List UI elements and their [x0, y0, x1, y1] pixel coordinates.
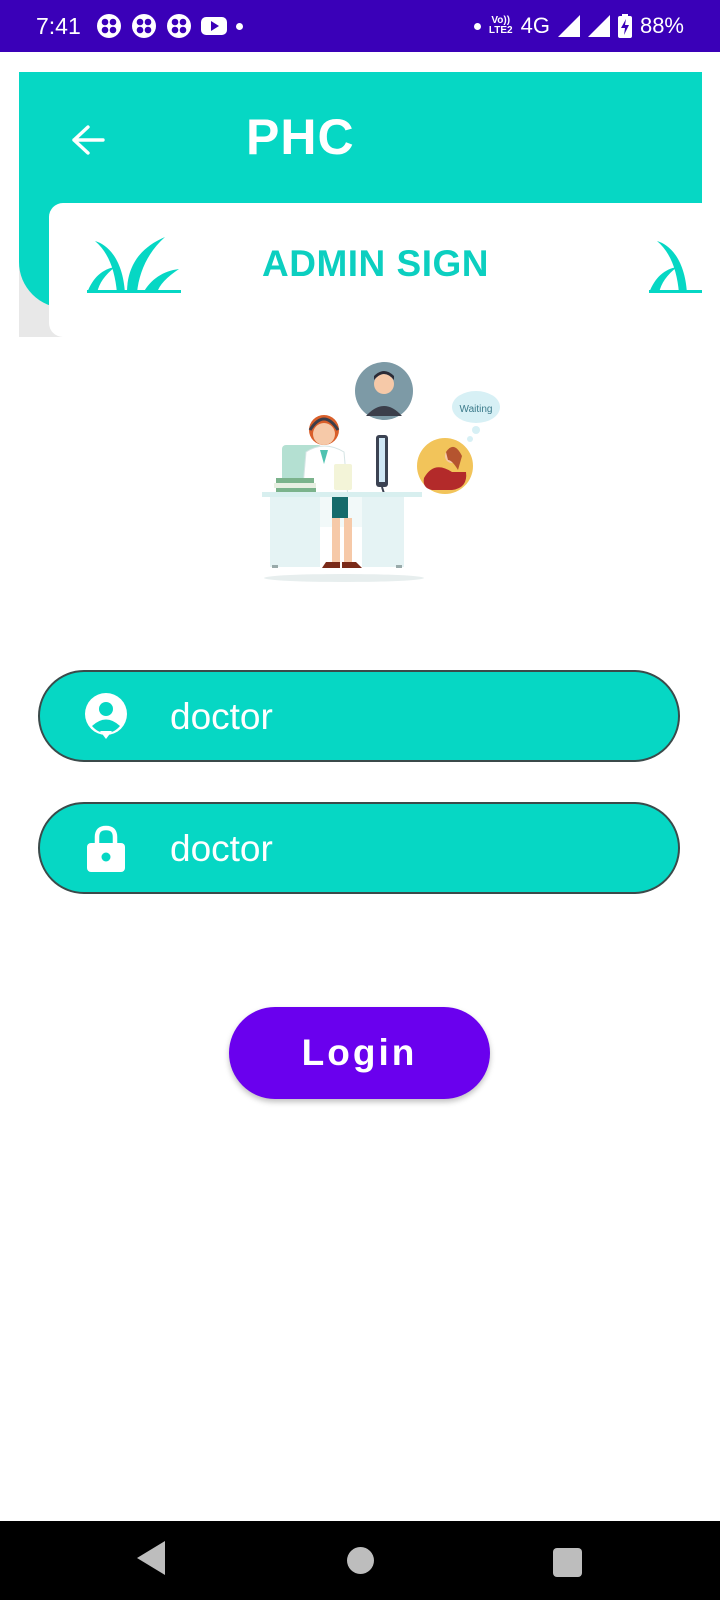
signal-icon — [587, 15, 610, 37]
notification-dot-icon — [235, 22, 243, 30]
login-button[interactable]: Login — [229, 1007, 490, 1099]
battery-percent: 88% — [639, 13, 684, 38]
battery-charging-icon — [617, 14, 632, 38]
status-time: 7:41 — [36, 12, 81, 39]
notification-dot-icon — [473, 22, 481, 30]
username-field[interactable]: doctor — [38, 670, 680, 762]
back-button[interactable] — [66, 118, 110, 162]
back-triangle-icon[interactable] — [137, 1541, 165, 1580]
home-circle-icon[interactable] — [347, 1547, 374, 1574]
app-title: PHC — [246, 109, 355, 165]
waiting-bubble-text: Waiting — [460, 404, 493, 415]
password-field[interactable]: doctor — [38, 802, 680, 894]
receptionist-illustration: Waiting — [262, 360, 500, 585]
fan-app-icon — [166, 13, 192, 39]
user-account-icon — [82, 692, 130, 740]
fan-app-icon — [96, 13, 122, 39]
arrow-left-icon — [72, 125, 105, 155]
admin-sign-card: ADMIN SIGN — [49, 203, 702, 337]
password-input[interactable]: doctor — [170, 828, 273, 870]
leaf-logo-icon — [649, 231, 702, 300]
volte-icon: Vo)) LTE2 — [488, 15, 513, 36]
youtube-icon — [200, 16, 227, 36]
network-type-label: 4G — [520, 13, 550, 38]
system-nav-bar — [0, 1521, 720, 1600]
recents-square-icon[interactable] — [553, 1548, 582, 1577]
signal-icon — [557, 15, 580, 37]
status-bar: 7:41 Vo)) LTE2 4G 88% — [0, 0, 720, 52]
fan-app-icon — [131, 13, 157, 39]
username-input[interactable]: doctor — [170, 696, 273, 738]
lock-icon — [82, 824, 130, 872]
card-title: ADMIN SIGN — [262, 243, 489, 284]
